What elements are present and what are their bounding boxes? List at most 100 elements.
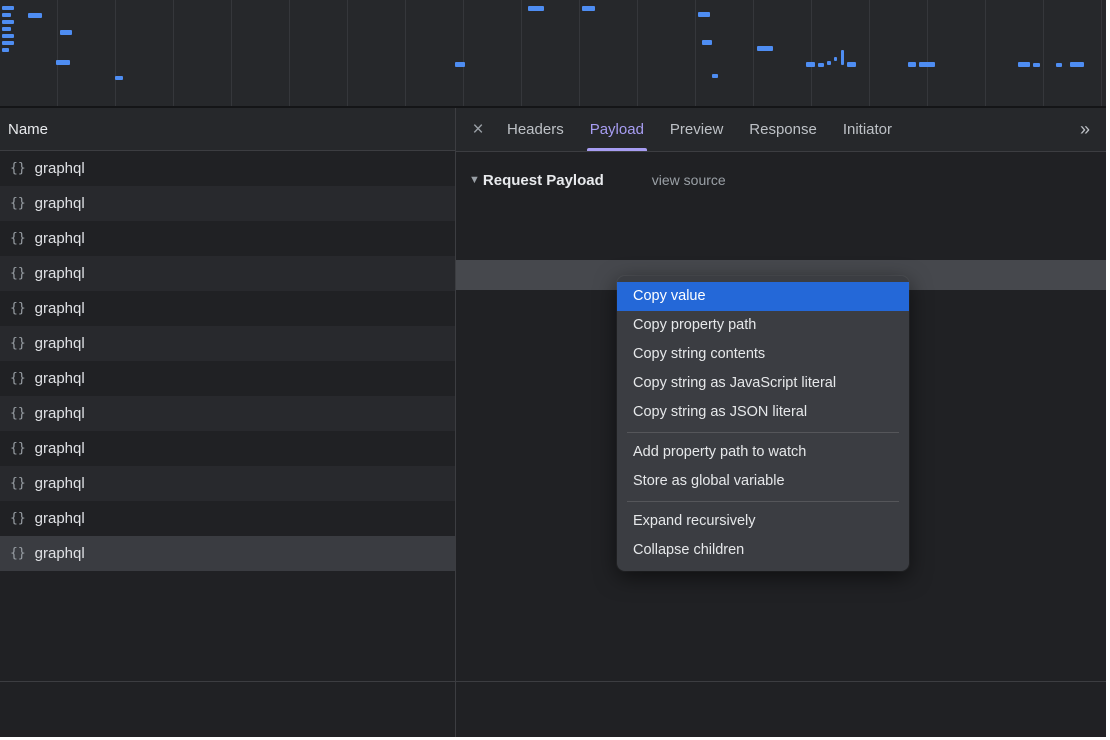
menu-item-collapse-children[interactable]: Collapse children: [617, 536, 909, 565]
request-row[interactable]: {} graphql: [0, 431, 455, 466]
detail-tabs-bar: × Headers Payload Preview Response Initi…: [456, 108, 1106, 152]
request-row[interactable]: {} graphql: [0, 256, 455, 291]
menu-item-add-property-path-to-watch[interactable]: Add property path to watch: [617, 438, 909, 467]
request-name: graphql: [35, 195, 85, 212]
menu-item-copy-value[interactable]: Copy value: [617, 282, 909, 311]
timeline-request-bar: [806, 62, 815, 67]
menu-item-copy-string-json-literal[interactable]: Copy string as JSON literal: [617, 398, 909, 427]
request-row[interactable]: {} graphql: [0, 151, 455, 186]
request-name: graphql: [35, 230, 85, 247]
request-name: graphql: [35, 545, 85, 562]
timeline-request-bar: [712, 74, 718, 78]
request-name: graphql: [35, 475, 85, 492]
timeline-request-bar: [115, 76, 123, 80]
context-menu: Copy value Copy property path Copy strin…: [617, 276, 909, 571]
json-icon: {}: [10, 266, 26, 281]
network-overview-timeline[interactable]: [0, 0, 1106, 108]
tab-headers[interactable]: Headers: [494, 108, 577, 151]
request-row[interactable]: {} graphql: [0, 221, 455, 256]
collapse-icon[interactable]: ▼: [469, 174, 480, 186]
devtools-network-panel: Name {} graphql {} graphql {} graphql {}…: [0, 0, 1106, 737]
name-column-header[interactable]: Name: [0, 108, 455, 151]
tab-initiator-label: Initiator: [843, 121, 892, 138]
timeline-request-bar: [834, 57, 837, 61]
request-row[interactable]: {} graphql: [0, 466, 455, 501]
timeline-request-bar: [2, 34, 14, 38]
json-icon: {}: [10, 231, 26, 246]
menu-item-expand-recursively[interactable]: Expand recursively: [617, 507, 909, 536]
timeline-request-bar: [2, 20, 14, 24]
json-icon: {}: [10, 371, 26, 386]
request-name: graphql: [35, 510, 85, 527]
request-name: graphql: [35, 335, 85, 352]
timeline-request-bar: [28, 13, 42, 18]
timeline-request-bar: [2, 27, 11, 31]
section-title: Request Payload: [483, 172, 604, 189]
timeline-request-bar: [2, 48, 9, 52]
timeline-request-bar: [528, 6, 544, 11]
timeline-request-bar: [1033, 63, 1040, 67]
json-icon: {}: [10, 476, 26, 491]
timeline-request-bar: [60, 30, 72, 35]
json-icon: {}: [10, 511, 26, 526]
request-row[interactable]: {} graphql: [0, 361, 455, 396]
tab-initiator[interactable]: Initiator: [830, 108, 905, 151]
request-row[interactable]: {} graphql: [0, 396, 455, 431]
request-row[interactable]: {} graphql: [0, 326, 455, 361]
timeline-request-bar: [757, 46, 773, 51]
request-list-panel: Name {} graphql {} graphql {} graphql {}…: [0, 108, 455, 737]
request-name: graphql: [35, 405, 85, 422]
request-name: graphql: [35, 300, 85, 317]
json-icon: {}: [10, 336, 26, 351]
timeline-request-bar: [841, 50, 844, 65]
tree-root-line[interactable]: ▼{operationName: "ipFlowTimeseries", var…: [456, 200, 1106, 230]
json-icon: {}: [10, 161, 26, 176]
tree-operationname-line[interactable]: operationName:"ipFlowTimeseries": [456, 230, 1106, 260]
menu-separator: [627, 432, 899, 433]
json-icon: {}: [10, 406, 26, 421]
menu-item-copy-property-path[interactable]: Copy property path: [617, 311, 909, 340]
request-row[interactable]: {} graphql: [0, 186, 455, 221]
request-rows: {} graphql {} graphql {} graphql {} grap…: [0, 151, 455, 571]
menu-item-copy-string-js-literal[interactable]: Copy string as JavaScript literal: [617, 369, 909, 398]
menu-separator: [627, 501, 899, 502]
json-icon: {}: [10, 441, 26, 456]
request-row[interactable]: {} graphql: [0, 501, 455, 536]
close-icon[interactable]: ×: [462, 119, 494, 141]
timeline-request-bar: [1070, 62, 1084, 67]
tab-headers-label: Headers: [507, 121, 564, 138]
timeline-request-bar: [818, 63, 824, 67]
timeline-request-bar: [702, 40, 712, 45]
timeline-request-bar: [1018, 62, 1030, 67]
timeline-request-bar: [455, 62, 465, 67]
request-row[interactable]: {} graphql: [0, 291, 455, 326]
menu-item-store-as-global-variable[interactable]: Store as global variable: [617, 467, 909, 496]
timeline-request-bar: [908, 62, 916, 67]
tab-payload-label: Payload: [590, 121, 644, 138]
timeline-request-bar: [2, 13, 11, 17]
json-icon: {}: [10, 546, 26, 561]
request-name: graphql: [35, 440, 85, 457]
timeline-request-bar: [2, 6, 14, 10]
tab-response[interactable]: Response: [736, 108, 830, 151]
request-payload-section: ▼ Request Payload view source: [456, 160, 1106, 200]
more-tabs-icon[interactable]: »: [1080, 119, 1090, 140]
view-source-link[interactable]: view source: [652, 172, 726, 188]
timeline-request-bar: [1056, 63, 1062, 67]
tab-payload[interactable]: Payload: [577, 108, 657, 151]
timeline-request-bar: [919, 62, 935, 67]
menu-item-copy-string-contents[interactable]: Copy string contents: [617, 340, 909, 369]
tab-preview[interactable]: Preview: [657, 108, 736, 151]
json-icon: {}: [10, 301, 26, 316]
tab-preview-label: Preview: [670, 121, 723, 138]
timeline-request-bar: [2, 41, 14, 45]
timeline-request-bar: [847, 62, 856, 67]
timeline-request-bar: [698, 12, 710, 17]
request-row-selected[interactable]: {} graphql: [0, 536, 455, 571]
name-column-label: Name: [8, 121, 48, 138]
json-icon: {}: [10, 196, 26, 211]
request-name: graphql: [35, 160, 85, 177]
request-name: graphql: [35, 370, 85, 387]
timeline-request-bar: [827, 61, 831, 65]
timeline-request-bar: [582, 6, 595, 11]
